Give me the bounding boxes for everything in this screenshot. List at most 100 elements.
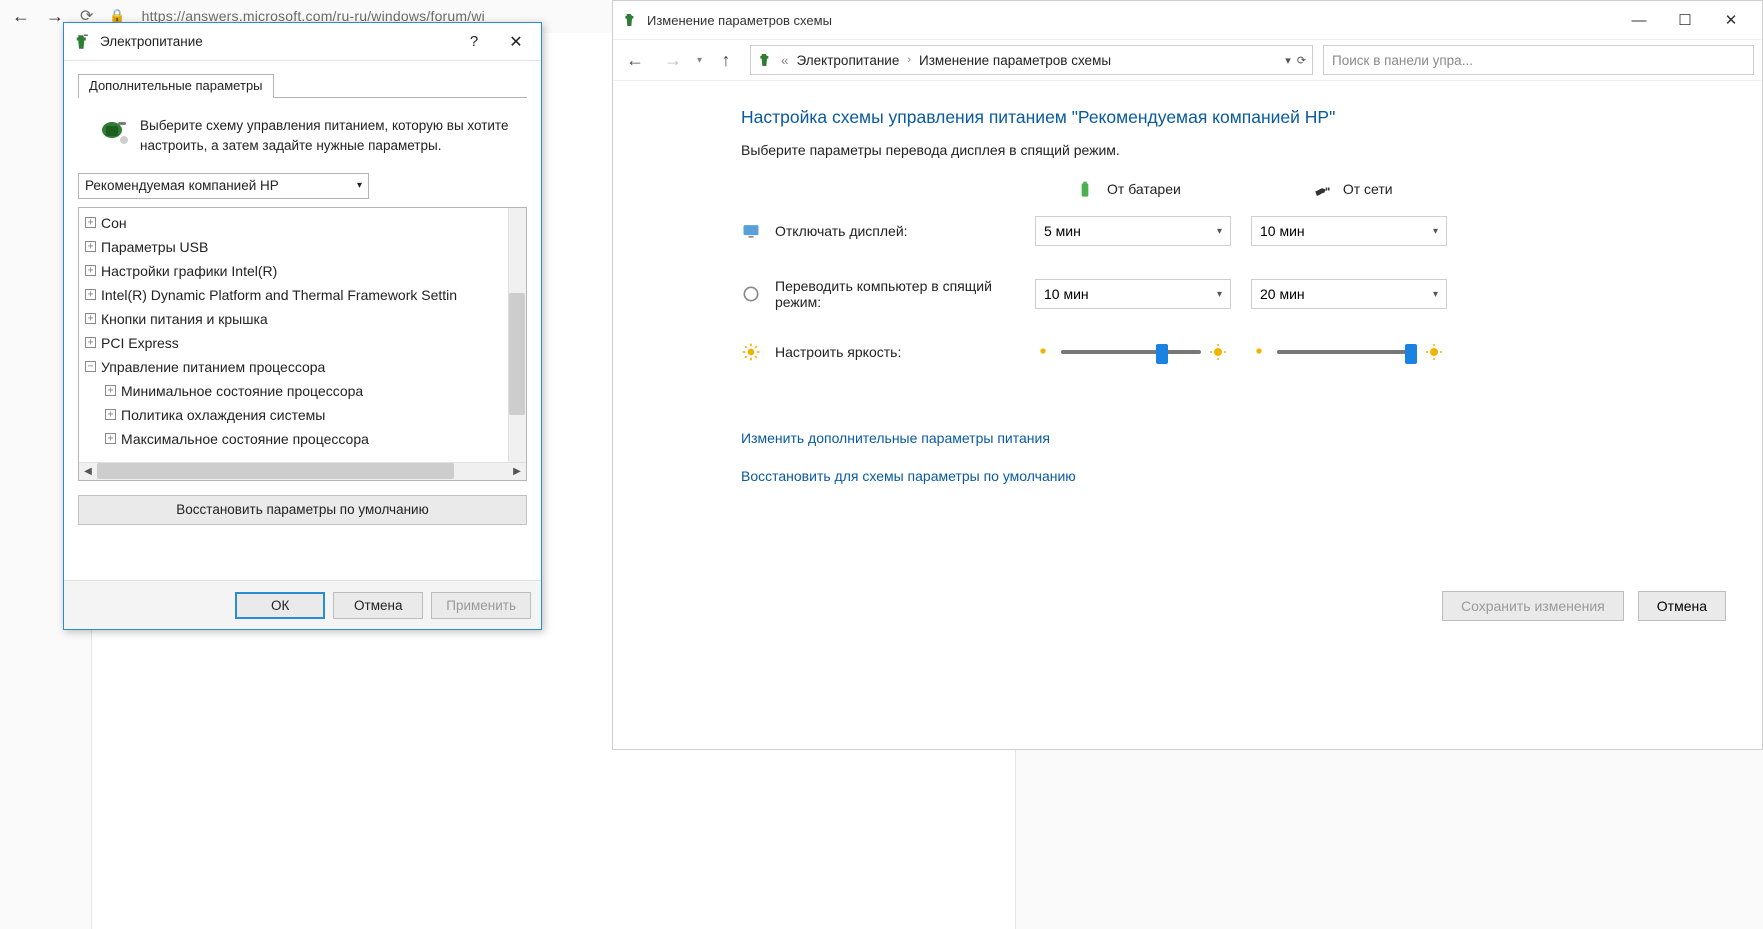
power-icon (757, 52, 773, 68)
turn-off-display-ac-select[interactable]: 10 мин▾ (1251, 216, 1447, 246)
expand-icon[interactable]: + (85, 337, 96, 348)
tree-item-label: PCI Express (101, 335, 179, 351)
tab-strip: Дополнительные параметры (78, 73, 527, 98)
brightness-battery-slider[interactable] (1035, 343, 1251, 361)
h-scrollbar-thumb[interactable] (97, 463, 454, 479)
turn-off-display-battery-select[interactable]: 5 мин▾ (1035, 216, 1231, 246)
restore-defaults-button[interactable]: Восстановить параметры по умолчанию (78, 495, 527, 525)
breadcrumb-sep-icon: › (907, 54, 911, 66)
dialog-button-row: ОК Отмена Применить (64, 580, 541, 629)
tree-item[interactable]: + Параметры USB (85, 235, 522, 259)
power-source-header: От батареи От сети (1075, 180, 1762, 198)
source-battery-label: От батареи (1107, 181, 1181, 197)
window-maximize-button[interactable]: ☐ (1662, 11, 1708, 29)
slider-thumb[interactable] (1405, 344, 1417, 364)
tree-item-label: Политика охлаждения системы (121, 407, 325, 423)
tree-item[interactable]: −Управление питанием процессора (85, 355, 522, 379)
refresh-icon[interactable]: ⟳ (1297, 54, 1306, 67)
search-placeholder: Поиск в панели упра... (1332, 53, 1473, 68)
power-scheme-dropdown[interactable]: Рекомендуемая компанией HP ▾ (78, 173, 369, 199)
cancel-button[interactable]: Отмена (1638, 591, 1726, 621)
sun-dim-icon (1251, 343, 1269, 361)
chevron-down-icon: ▾ (1217, 226, 1222, 237)
turn-off-display-label: Отключать дисплей: (775, 223, 908, 239)
tab-advanced[interactable]: Дополнительные параметры (78, 74, 274, 98)
expand-icon[interactable]: + (85, 289, 96, 300)
scrollbar-thumb[interactable] (509, 293, 525, 415)
window-title: Изменение параметров схемы (647, 13, 832, 28)
cancel-button[interactable]: Отмена (333, 592, 423, 619)
sleep-battery-select[interactable]: 10 мин▾ (1035, 279, 1231, 309)
collapse-icon[interactable]: − (85, 361, 96, 372)
nav-up-button[interactable]: ↑ (712, 46, 740, 74)
expand-icon[interactable]: + (85, 265, 96, 276)
slider-track[interactable] (1061, 350, 1201, 354)
advanced-settings-link[interactable]: Изменить дополнительные параметры питани… (741, 430, 1762, 446)
address-bar[interactable]: « Электропитание › Изменение параметров … (750, 45, 1313, 75)
tree-item[interactable]: + Минимальное состояние процессора (85, 379, 522, 403)
dialog-help-button[interactable]: ? (453, 27, 495, 57)
nav-forward-button[interactable]: → (659, 46, 687, 74)
tree-item-label: Управление питанием процессора (101, 359, 325, 375)
expand-icon[interactable]: + (105, 433, 116, 444)
expand-icon[interactable]: + (105, 385, 116, 396)
sleep-ac-select[interactable]: 20 мин▾ (1251, 279, 1447, 309)
battery-icon (1075, 180, 1097, 198)
search-input[interactable]: Поиск в панели упра... (1323, 45, 1754, 75)
tree-item[interactable]: + Настройки графики Intel(R) (85, 259, 522, 283)
browser-back-icon[interactable]: ← (12, 6, 30, 27)
tree-item-label: Сон (101, 215, 127, 231)
browser-forward-icon[interactable]: → (46, 6, 64, 27)
expand-icon[interactable]: + (105, 409, 116, 420)
apply-button[interactable]: Применить (431, 592, 531, 619)
tree-item[interactable]: + Максимальное состояние процессора (85, 427, 522, 451)
window-titlebar[interactable]: Изменение параметров схемы — ☐ ✕ (613, 1, 1762, 39)
breadcrumb-overflow-icon[interactable]: « (781, 53, 789, 68)
slider-track[interactable] (1277, 350, 1417, 354)
tree-item-label: Минимальное состояние процессора (121, 383, 363, 399)
sun-bright-icon (1425, 343, 1443, 361)
breadcrumb-power[interactable]: Электропитание (797, 53, 900, 68)
window-minimize-button[interactable]: — (1616, 12, 1662, 29)
tree-item[interactable]: + Политика охлаждения системы (85, 403, 522, 427)
expand-icon[interactable]: + (85, 241, 96, 252)
expand-icon[interactable]: + (85, 217, 96, 228)
breadcrumb-edit-plan[interactable]: Изменение параметров схемы (919, 53, 1111, 68)
scroll-left-icon[interactable]: ◀ (79, 466, 97, 477)
address-chevron-icon[interactable]: ▾ (1285, 54, 1291, 67)
tree-item-label: Параметры USB (101, 239, 208, 255)
restore-plan-defaults-link[interactable]: Восстановить для схемы параметры по умол… (741, 468, 1762, 484)
window-close-button[interactable]: ✕ (1708, 11, 1754, 29)
tree-item[interactable]: +Кнопки питания и крышка (85, 307, 522, 331)
scroll-right-icon[interactable]: ▶ (508, 466, 526, 477)
chevron-down-icon: ▾ (1433, 289, 1438, 300)
tree-item[interactable]: + Сон (85, 211, 522, 235)
dialog-titlebar[interactable]: Электропитание ? ✕ (64, 23, 541, 61)
settings-tree: + Сон + Параметры USB + Настройки графики Int… (78, 207, 527, 481)
dialog-close-button[interactable]: ✕ (495, 27, 537, 57)
brightness-ac-slider[interactable] (1251, 343, 1467, 361)
page-heading: Настройка схемы управления питанием "Рек… (741, 107, 1762, 128)
tree-item[interactable]: + PCI Express (85, 331, 522, 355)
edit-plan-window: Изменение параметров схемы — ☐ ✕ ← → ▾ ↑… (612, 0, 1763, 750)
power-options-dialog: Электропитание ? ✕ Дополнительные параме… (63, 22, 542, 630)
dialog-title: Электропитание (100, 34, 453, 49)
sun-dim-icon (1035, 343, 1053, 361)
slider-thumb[interactable] (1156, 344, 1168, 364)
history-chevron-icon[interactable]: ▾ (697, 55, 702, 66)
expand-icon[interactable]: + (85, 313, 96, 324)
save-changes-button[interactable]: Сохранить изменения (1442, 591, 1624, 621)
vertical-scrollbar[interactable] (508, 208, 526, 462)
sleep-label: Переводить компьютер в спящий режим: (775, 278, 1015, 310)
source-ac-label: От сети (1343, 181, 1393, 197)
tree-item-label: Настройки графики Intel(R) (101, 263, 277, 279)
nav-back-button[interactable]: ← (621, 46, 649, 74)
power-scheme-value: Рекомендуемая компанией HP (85, 178, 279, 193)
plug-icon (1311, 180, 1333, 198)
display-icon (741, 221, 761, 241)
tree-item-label: Максимальное состояние процессора (121, 431, 369, 447)
chevron-down-icon: ▾ (357, 180, 362, 191)
ok-button[interactable]: ОК (235, 592, 325, 619)
horizontal-scrollbar[interactable]: ◀ ▶ (79, 462, 526, 480)
tree-item[interactable]: +Intel(R) Dynamic Platform and Thermal F… (85, 283, 522, 307)
